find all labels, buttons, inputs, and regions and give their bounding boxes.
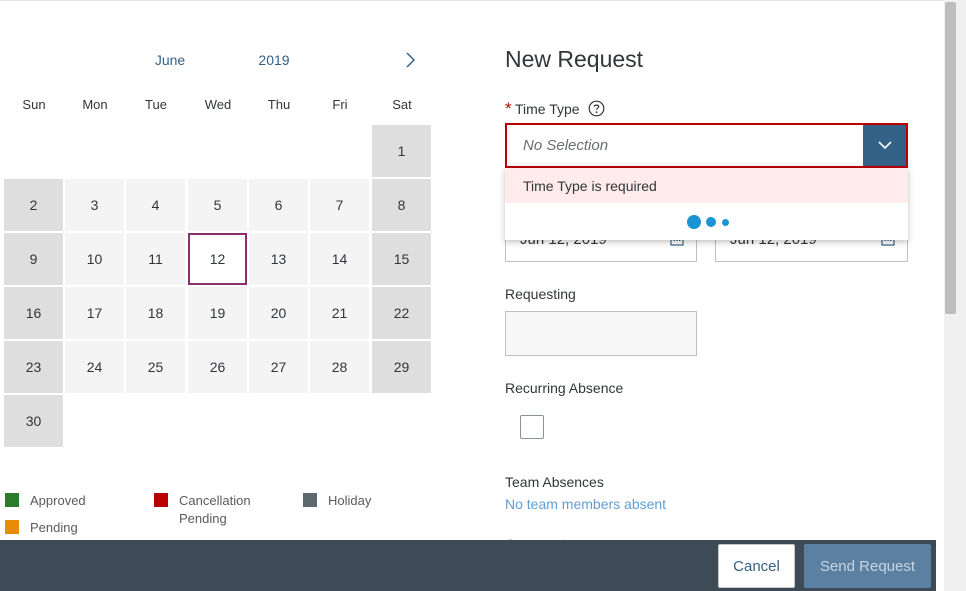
- chevron-down-icon: [877, 141, 892, 150]
- weekday-sun: Sun: [22, 97, 46, 112]
- calendar-month-button[interactable]: June: [140, 52, 200, 68]
- calendar-day[interactable]: 3: [65, 179, 124, 231]
- legend-holiday-swatch: [303, 493, 317, 507]
- requesting-label: Requesting: [505, 286, 576, 302]
- calendar-day[interactable]: 2: [4, 179, 63, 231]
- cancel-button[interactable]: Cancel: [718, 544, 795, 588]
- legend-holiday-label: Holiday: [328, 493, 372, 508]
- weekday-thu: Thu: [267, 97, 291, 112]
- chevron-right-icon: [406, 52, 415, 68]
- busy-indicator-dot: [706, 217, 716, 227]
- legend-pending-label: Pending: [30, 520, 78, 535]
- team-absences-link[interactable]: No team members absent: [505, 496, 666, 512]
- calendar-day[interactable]: 21: [310, 287, 369, 339]
- legend-approved-label: Approved: [30, 493, 86, 508]
- calendar-day[interactable]: 30: [4, 395, 63, 447]
- next-month-button[interactable]: [398, 48, 422, 72]
- legend-cancellation-pending-label-line1: Cancellation: [179, 493, 251, 508]
- calendar-day[interactable]: 9: [4, 233, 63, 285]
- calendar-day[interactable]: 28: [310, 341, 369, 393]
- calendar-day[interactable]: 22: [372, 287, 431, 339]
- calendar-day[interactable]: 15: [372, 233, 431, 285]
- legend-approved-swatch: [5, 493, 19, 507]
- weekday-tue: Tue: [145, 97, 167, 112]
- recurring-absence-label: Recurring Absence: [505, 380, 624, 396]
- calendar-day[interactable]: 5: [188, 179, 247, 231]
- calendar-day[interactable]: 1: [372, 125, 431, 177]
- time-type-dropdown-popover: Time Type is required: [505, 168, 908, 240]
- team-absences-label: Team Absences: [505, 474, 604, 490]
- calendar-day[interactable]: 26: [188, 341, 247, 393]
- calendar-day[interactable]: 29: [372, 341, 431, 393]
- time-type-error-message: Time Type is required: [505, 168, 908, 203]
- calendar-day[interactable]: 19: [188, 287, 247, 339]
- calendar-day[interactable]: 16: [4, 287, 63, 339]
- calendar-day[interactable]: 23: [4, 341, 63, 393]
- weekday-wed: Wed: [204, 97, 232, 112]
- legend-cancellation-pending-label-line2: Pending: [179, 511, 227, 526]
- calendar-day[interactable]: 13: [249, 233, 308, 285]
- top-divider: [0, 0, 944, 1]
- calendar-day[interactable]: 18: [126, 287, 185, 339]
- busy-indicator-dot: [722, 219, 729, 226]
- required-marker: *: [505, 99, 512, 118]
- time-type-label: Time Type: [515, 101, 580, 117]
- footer-bar: [0, 540, 936, 591]
- calendar-day[interactable]: 20: [249, 287, 308, 339]
- dropdown-button[interactable]: [863, 125, 906, 166]
- calendar-day[interactable]: 7: [310, 179, 369, 231]
- scrollbar-thumb[interactable]: [945, 2, 956, 314]
- calendar-day[interactable]: 11: [126, 233, 185, 285]
- help-icon[interactable]: [588, 100, 605, 117]
- recurring-absence-checkbox[interactable]: [520, 415, 544, 439]
- calendar-day[interactable]: 17: [65, 287, 124, 339]
- calendar-day[interactable]: 10: [65, 233, 124, 285]
- time-type-select[interactable]: No Selection: [505, 123, 908, 168]
- weekday-sat: Sat: [392, 97, 412, 112]
- calendar-day-selected[interactable]: 12: [188, 233, 247, 285]
- legend-pending-swatch: [5, 520, 19, 534]
- calendar-day[interactable]: 6: [249, 179, 308, 231]
- calendar-day[interactable]: 8: [372, 179, 431, 231]
- calendar-day[interactable]: 27: [249, 341, 308, 393]
- requesting-input[interactable]: [505, 311, 697, 356]
- calendar-day[interactable]: 4: [126, 179, 185, 231]
- weekday-mon: Mon: [82, 97, 108, 112]
- form-title: New Request: [505, 46, 644, 72]
- calendar-day[interactable]: 24: [65, 341, 124, 393]
- calendar-year-button[interactable]: 2019: [244, 52, 304, 68]
- send-request-button[interactable]: Send Request: [804, 544, 931, 588]
- time-type-value: No Selection: [523, 137, 609, 154]
- weekday-fri: Fri: [332, 97, 348, 112]
- calendar-day[interactable]: 14: [310, 233, 369, 285]
- legend-cancellation-pending-swatch: [154, 493, 168, 507]
- busy-indicator-dot: [687, 215, 701, 229]
- calendar-day[interactable]: 25: [126, 341, 185, 393]
